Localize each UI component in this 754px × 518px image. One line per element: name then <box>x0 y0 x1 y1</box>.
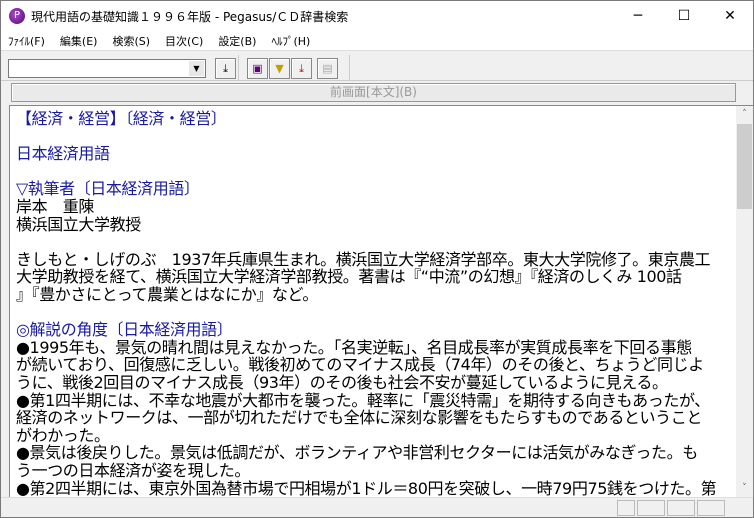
window-title: 現代用語の基礎知識１９９６年版 - Pegasus/ＣＤ辞書検索 <box>31 9 349 24</box>
menu-settings[interactable]: 設定(B) <box>211 33 264 49</box>
jump-button[interactable]: ⤓ <box>291 58 312 79</box>
copy-button[interactable]: ▤ <box>317 58 338 79</box>
menu-file[interactable]: ﾌｧｲﾙ(F) <box>1 33 53 49</box>
search-combo[interactable]: ▼ <box>8 59 206 78</box>
text-line: 岸本 重陳 <box>16 197 95 216</box>
text-line: ◎解説の角度〔日本経済用語〕 <box>16 320 233 340</box>
toolbar-separator <box>238 55 239 81</box>
status-pane <box>697 500 725 516</box>
status-pane <box>617 500 635 516</box>
text-line: ●第1四半期には、不幸な地震が大都市を襲った。軽率に「震災特需」を期待する向きも… <box>16 390 710 410</box>
text-line: 経済のネットワークは、一部が切れただけでも全体に深刻な影響をもたらすものであると… <box>16 408 702 428</box>
close-button[interactable]: ✕ <box>707 1 753 31</box>
status-pane <box>667 500 695 516</box>
toolbar-separator <box>349 55 350 81</box>
status-bar <box>1 497 753 517</box>
vertical-scrollbar[interactable]: ˄ ˅ <box>736 106 753 497</box>
toolbar: ▼ ⤓ ▣ ▼ ⤓ ▤ <box>1 53 753 81</box>
minimize-button[interactable]: ─ <box>615 1 661 31</box>
dictionary-button[interactable]: ▣ <box>247 58 268 79</box>
text-line: がわかった。 <box>16 425 110 445</box>
text-line: ●第2四半期には、東京外国為替市場で円相場が1ドル＝80円を突破し、一時79円7… <box>16 478 717 498</box>
text-line: うに、戦後2回目のマイナス成長（93年）のその後も社会不安が蔓延しているように見… <box>16 373 668 392</box>
text-line: 』『豊かさにとって農業とはなにか』など。 <box>16 285 318 304</box>
text-line: 大学助教授を経て、横浜国立大学経済学部教授。著書は『“中流”の幻想』『経済のしく… <box>16 267 682 287</box>
menu-bar: ﾌｧｲﾙ(F) 編集(E) 検索(S) 目次(C) 設定(B) ﾍﾙﾌﾟ(H) <box>1 31 753 51</box>
menu-contents[interactable]: 目次(C) <box>158 33 211 49</box>
text-line: が続いており、回復感に乏しい。戦後初めてのマイナス成長（74年）のその後と、ちょ… <box>16 355 704 375</box>
menu-help[interactable]: ﾍﾙﾌﾟ(H) <box>264 33 318 49</box>
text-line: 横浜国立大学教授 <box>16 214 141 234</box>
back-screen-button[interactable]: 前画面[本文](B) <box>11 83 736 102</box>
search-execute-button[interactable]: ⤓ <box>215 58 236 79</box>
filter-button[interactable]: ▼ <box>269 58 290 79</box>
scroll-thumb[interactable] <box>737 124 752 209</box>
text-line: ▽執筆者〔日本経済用語〕 <box>16 179 200 199</box>
menu-edit[interactable]: 編集(E) <box>53 33 106 49</box>
status-pane <box>637 500 665 516</box>
title-bar: P 現代用語の基礎知識１９９６年版 - Pegasus/ＣＤ辞書検索 ─ ☐ ✕ <box>1 1 753 31</box>
app-icon: P <box>9 8 25 24</box>
text-line: 【経済・経営】〔経済・経営〕 <box>16 109 227 128</box>
scroll-down-icon[interactable]: ˅ <box>736 480 753 497</box>
menu-search[interactable]: 検索(S) <box>105 33 158 49</box>
text-line: う一つの日本経済が姿を現した。 <box>16 461 251 480</box>
text-line: きしもと・しげのぶ 1937年兵庫県生まれ。横浜国立大学経済学部卒。東大大学院修… <box>16 249 711 269</box>
text-line: ●景気は後戻りした。景気は低調だが、ボランティアや非営利セクターには活気がみなぎ… <box>16 443 698 463</box>
maximize-button[interactable]: ☐ <box>661 1 707 31</box>
article-body: ●第2四半期には、東京外国為替市場で円相場が1ドル＝80円を突破し、一時79円7… <box>9 105 754 498</box>
text-line: 日本経済用語 <box>16 144 110 164</box>
scroll-up-icon[interactable]: ˄ <box>736 106 753 123</box>
text-line: ●1995年も、景気の晴れ間は見えなかった。「名実逆転」、名目成長率が実質成長率… <box>16 337 692 357</box>
dropdown-arrow-icon[interactable]: ▼ <box>189 61 204 76</box>
